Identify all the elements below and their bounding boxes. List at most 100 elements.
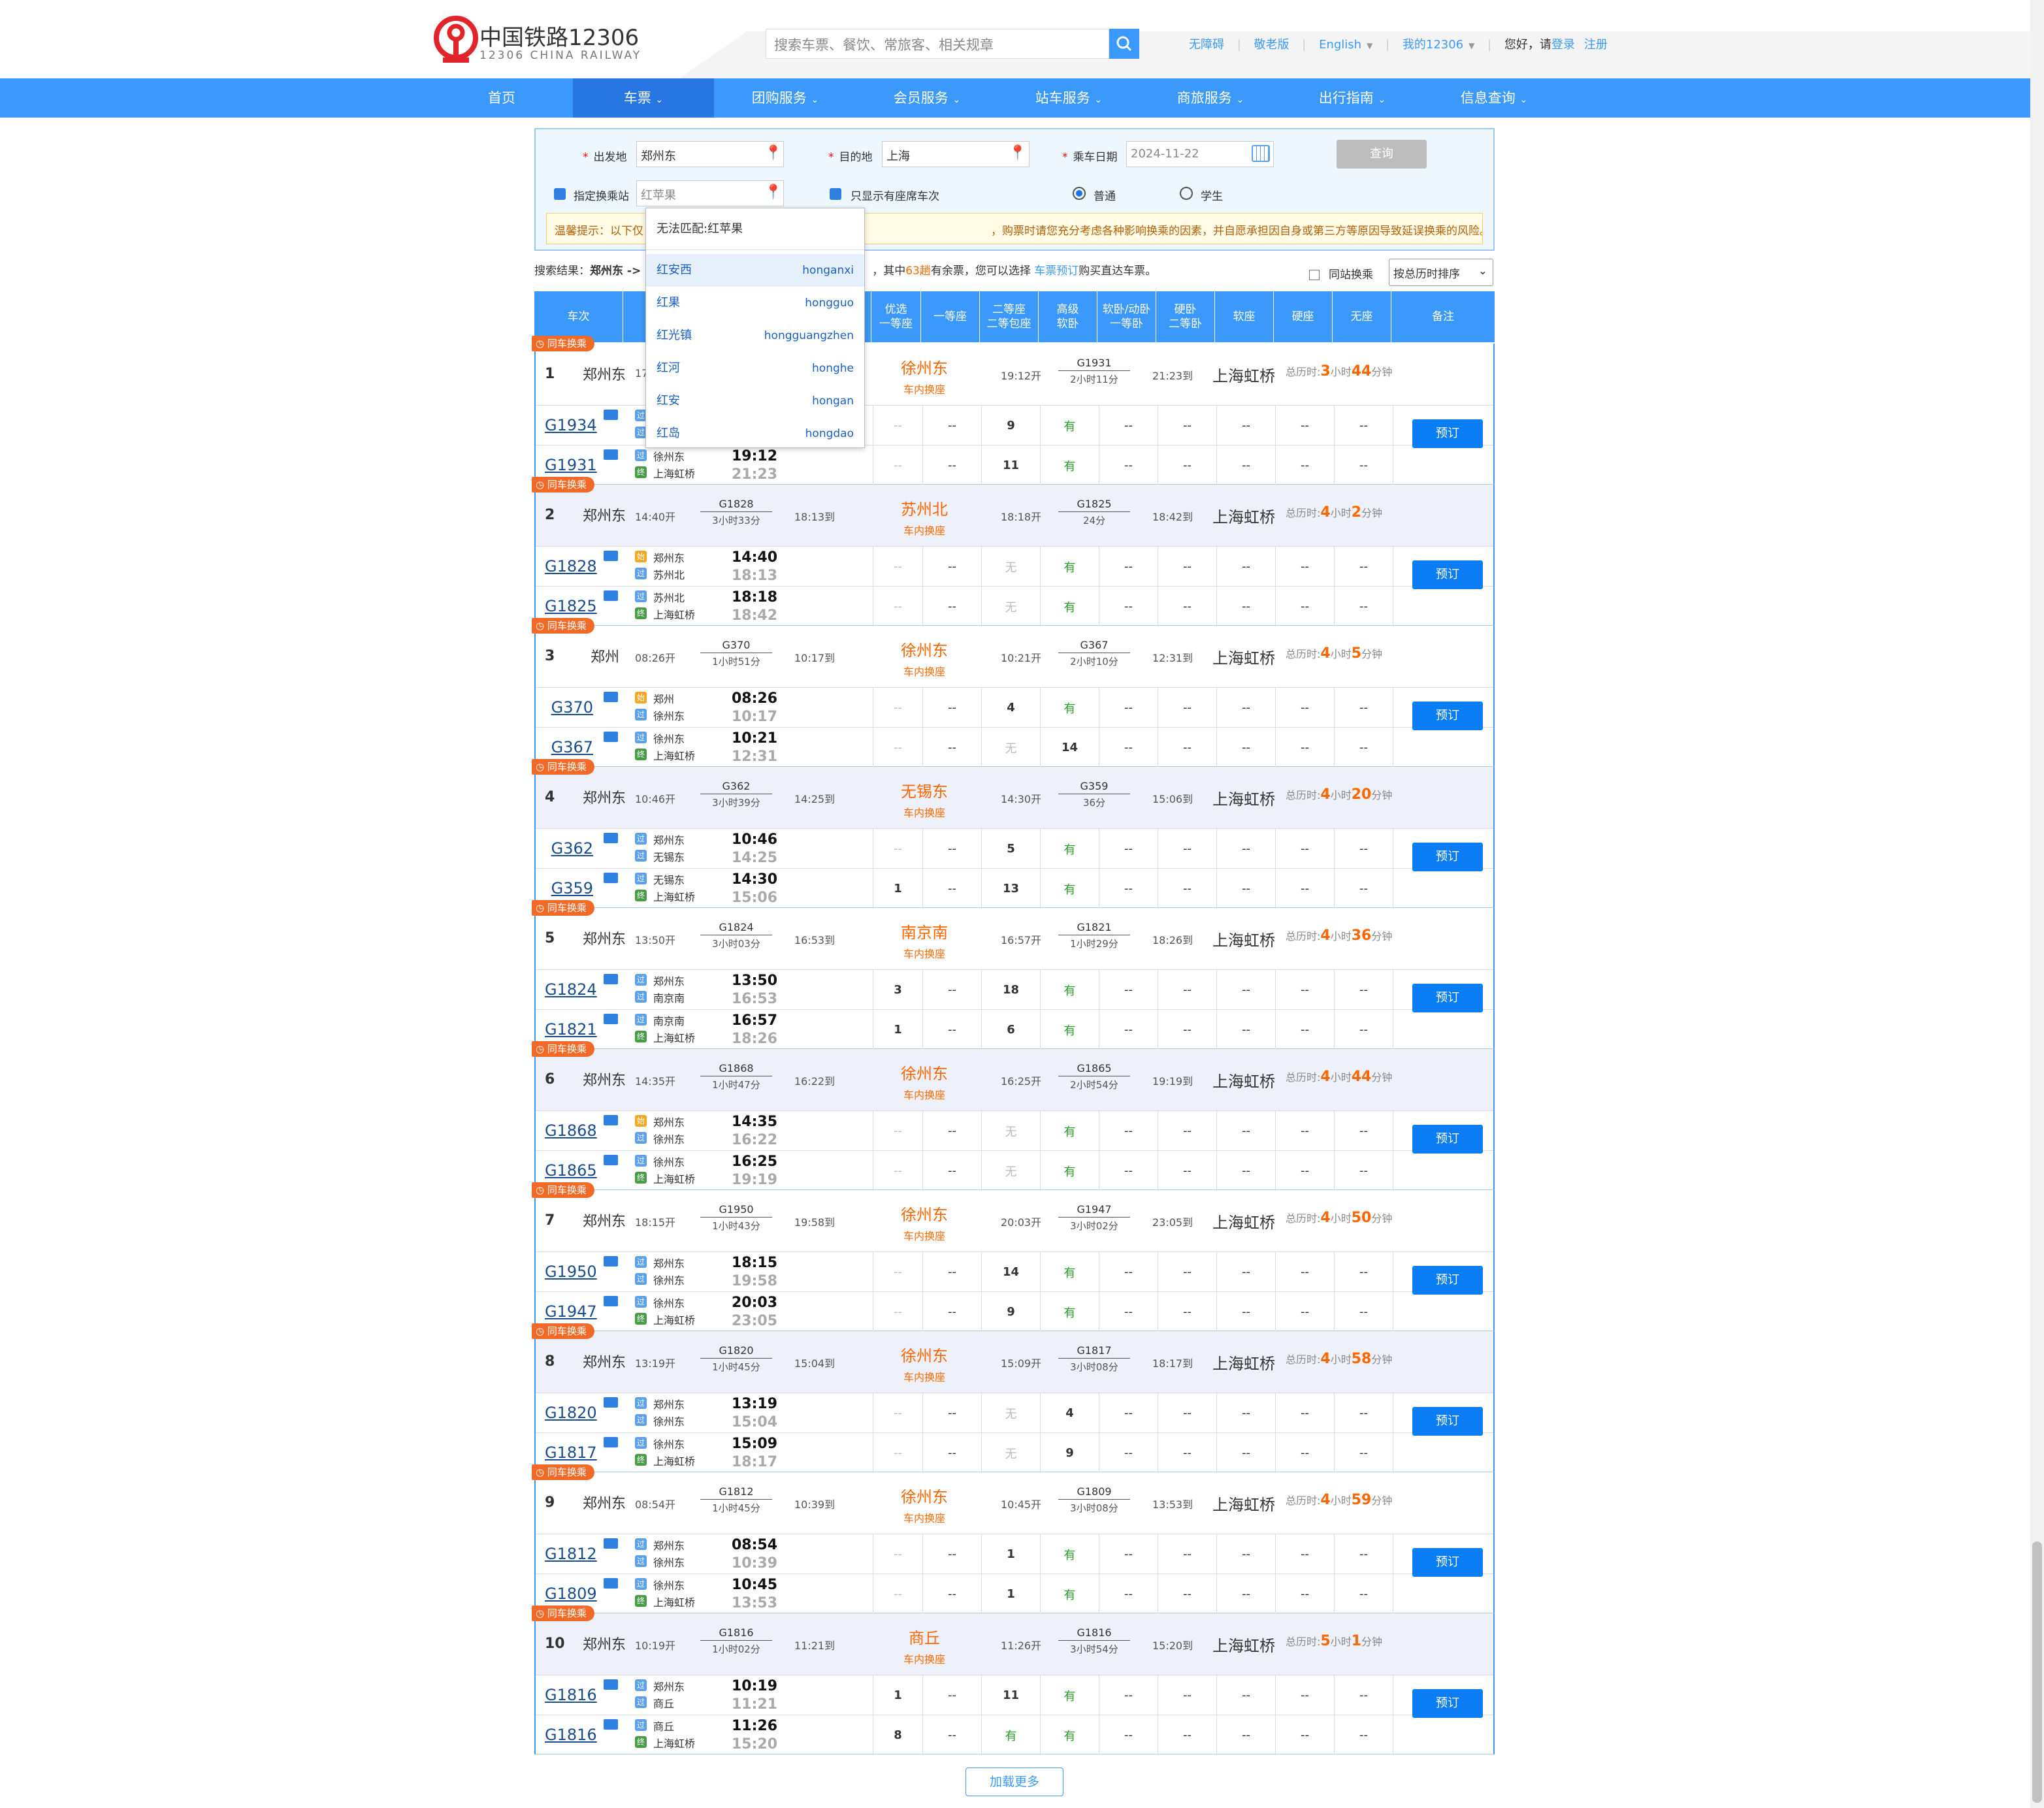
location-pin-icon[interactable]: 📍 <box>764 145 782 161</box>
seat-cell[interactable]: 有 <box>981 1715 1040 1755</box>
register-link[interactable]: 注册 <box>1584 38 1608 52</box>
seat-cell[interactable]: 18 <box>981 970 1040 1010</box>
seat-cell[interactable]: 有 <box>1040 587 1099 626</box>
seat-cell[interactable]: 1 <box>873 869 922 909</box>
train-number-link[interactable]: G1865 <box>545 1161 597 1180</box>
train-info-icon[interactable] <box>604 1719 618 1730</box>
query-button[interactable]: 查询 <box>1337 140 1427 169</box>
seat-cell[interactable]: 6 <box>981 1010 1040 1050</box>
seat-cell[interactable]: 有 <box>1040 1252 1099 1292</box>
train-number-link[interactable]: G1817 <box>545 1444 597 1462</box>
seat-cell[interactable]: 有 <box>1040 445 1099 485</box>
nav-info[interactable]: 信息查询 ⌄ <box>1423 78 1565 118</box>
train-number-link[interactable]: G1934 <box>545 416 597 434</box>
train-info-icon[interactable] <box>604 410 618 420</box>
train-number-link[interactable]: G1820 <box>545 1404 597 1422</box>
seat-cell[interactable]: 有 <box>1040 1151 1099 1191</box>
nav-group[interactable]: 团购服务 ⌄ <box>715 78 856 118</box>
site-search-input[interactable]: 搜索车票、餐饮、常旅客、相关规章 <box>766 29 1109 59</box>
elderly-link[interactable]: 敬老版 <box>1254 38 1290 52</box>
train-info-icon[interactable] <box>604 1014 618 1024</box>
location-pin-icon[interactable]: 📍 <box>764 184 782 201</box>
train-number-link[interactable]: G1950 <box>545 1263 597 1281</box>
train-number-link[interactable]: G1824 <box>545 980 597 999</box>
seat-cell[interactable]: 有 <box>1040 406 1099 445</box>
seat-cell[interactable]: 9 <box>1040 1433 1099 1473</box>
student-radio[interactable] <box>1180 187 1193 200</box>
seat-cell[interactable]: 有 <box>1040 1574 1099 1614</box>
seat-cell[interactable]: 4 <box>981 688 1040 728</box>
train-info-icon[interactable] <box>604 1538 618 1549</box>
seat-cell[interactable]: 有 <box>1040 1111 1099 1151</box>
train-info-icon[interactable] <box>604 590 618 601</box>
train-info-icon[interactable] <box>604 732 618 742</box>
dropdown-option[interactable]: 红安 hongan <box>646 385 864 417</box>
train-number-link[interactable]: G1816 <box>545 1686 597 1704</box>
accessibility-link[interactable]: 无障碍 <box>1189 38 1224 52</box>
train-info-icon[interactable] <box>604 692 618 702</box>
train-info-icon[interactable] <box>604 873 618 883</box>
seat-cell[interactable]: 1 <box>981 1574 1040 1614</box>
seat-cell[interactable]: 9 <box>981 1292 1040 1332</box>
train-number-link[interactable]: G1947 <box>545 1302 597 1321</box>
seat-cell[interactable]: 1 <box>873 1675 922 1715</box>
train-info-icon[interactable] <box>604 1578 618 1589</box>
seat-cell[interactable]: 1 <box>873 1010 922 1050</box>
nav-business[interactable]: 商旅服务 ⌄ <box>1140 78 1281 118</box>
book-button[interactable]: 预订 <box>1412 1689 1483 1718</box>
dropdown-option[interactable]: 红河 honghe <box>646 352 864 385</box>
same-station-checkbox[interactable] <box>1309 270 1320 280</box>
to-input[interactable]: 上海 <box>882 141 1030 167</box>
train-number-link[interactable]: G1828 <box>545 557 597 575</box>
nav-home[interactable]: 首页 <box>431 78 572 118</box>
train-number-link[interactable]: G1816 <box>545 1726 597 1744</box>
train-info-icon[interactable] <box>604 1256 618 1267</box>
train-number-link[interactable]: G1809 <box>545 1585 597 1603</box>
seat-cell[interactable]: 11 <box>981 445 1040 485</box>
seat-cell[interactable]: 有 <box>1040 1534 1099 1574</box>
book-button[interactable]: 预订 <box>1412 1125 1483 1154</box>
seat-only-checkbox[interactable] <box>830 188 841 200</box>
login-link[interactable]: 登录 <box>1551 38 1575 52</box>
search-button[interactable] <box>1109 29 1139 59</box>
nav-station[interactable]: 站车服务 ⌄ <box>998 78 1139 118</box>
scrollbar[interactable] <box>2030 0 2044 1808</box>
transfer-input[interactable]: 红苹果 <box>636 180 784 206</box>
seat-cell[interactable]: 有 <box>1040 869 1099 909</box>
transfer-checkbox[interactable] <box>554 188 566 200</box>
train-info-icon[interactable] <box>604 449 618 460</box>
seat-cell[interactable]: 5 <box>981 829 1040 869</box>
seat-cell[interactable]: 有 <box>1040 688 1099 728</box>
book-button[interactable]: 预订 <box>1412 1548 1483 1577</box>
direct-ticket-link[interactable]: 车票预订 <box>1034 265 1079 278</box>
calendar-icon[interactable] <box>1252 145 1270 162</box>
book-button[interactable]: 预订 <box>1412 560 1483 589</box>
seat-cell[interactable]: 有 <box>1040 547 1099 587</box>
normal-radio[interactable] <box>1073 187 1086 200</box>
train-number-link[interactable]: G362 <box>545 839 593 858</box>
from-input[interactable]: 郑州东 <box>636 141 784 167</box>
english-link[interactable]: English <box>1319 38 1361 52</box>
nav-tickets[interactable]: 车票 ⌄ <box>573 78 714 118</box>
seat-cell[interactable]: 有 <box>1040 1010 1099 1050</box>
railway-logo-icon[interactable] <box>431 14 481 64</box>
train-number-link[interactable]: G359 <box>545 879 593 897</box>
train-info-icon[interactable] <box>604 1155 618 1165</box>
train-number-link[interactable]: G370 <box>545 698 593 717</box>
book-button[interactable]: 预订 <box>1412 984 1483 1012</box>
train-info-icon[interactable] <box>604 1296 618 1306</box>
scrollbar-thumb[interactable] <box>2032 1542 2042 1803</box>
train-number-link[interactable]: G1825 <box>545 597 597 615</box>
sort-select[interactable]: 按总历时排序 ⌄ <box>1389 259 1493 286</box>
same-station-toggle[interactable]: 同站换乘 <box>1309 265 1373 282</box>
train-number-link[interactable]: G1868 <box>545 1122 597 1140</box>
train-number-link[interactable]: G1931 <box>545 456 597 474</box>
train-info-icon[interactable] <box>604 1115 618 1125</box>
book-button[interactable]: 预订 <box>1412 702 1483 730</box>
train-info-icon[interactable] <box>604 974 618 984</box>
seat-cell[interactable]: 有 <box>1040 1715 1099 1755</box>
nav-member[interactable]: 会员服务 ⌄ <box>856 78 998 118</box>
seat-cell[interactable]: 13 <box>981 869 1040 909</box>
seat-cell[interactable]: 14 <box>981 1252 1040 1292</box>
book-button[interactable]: 预订 <box>1412 419 1483 448</box>
